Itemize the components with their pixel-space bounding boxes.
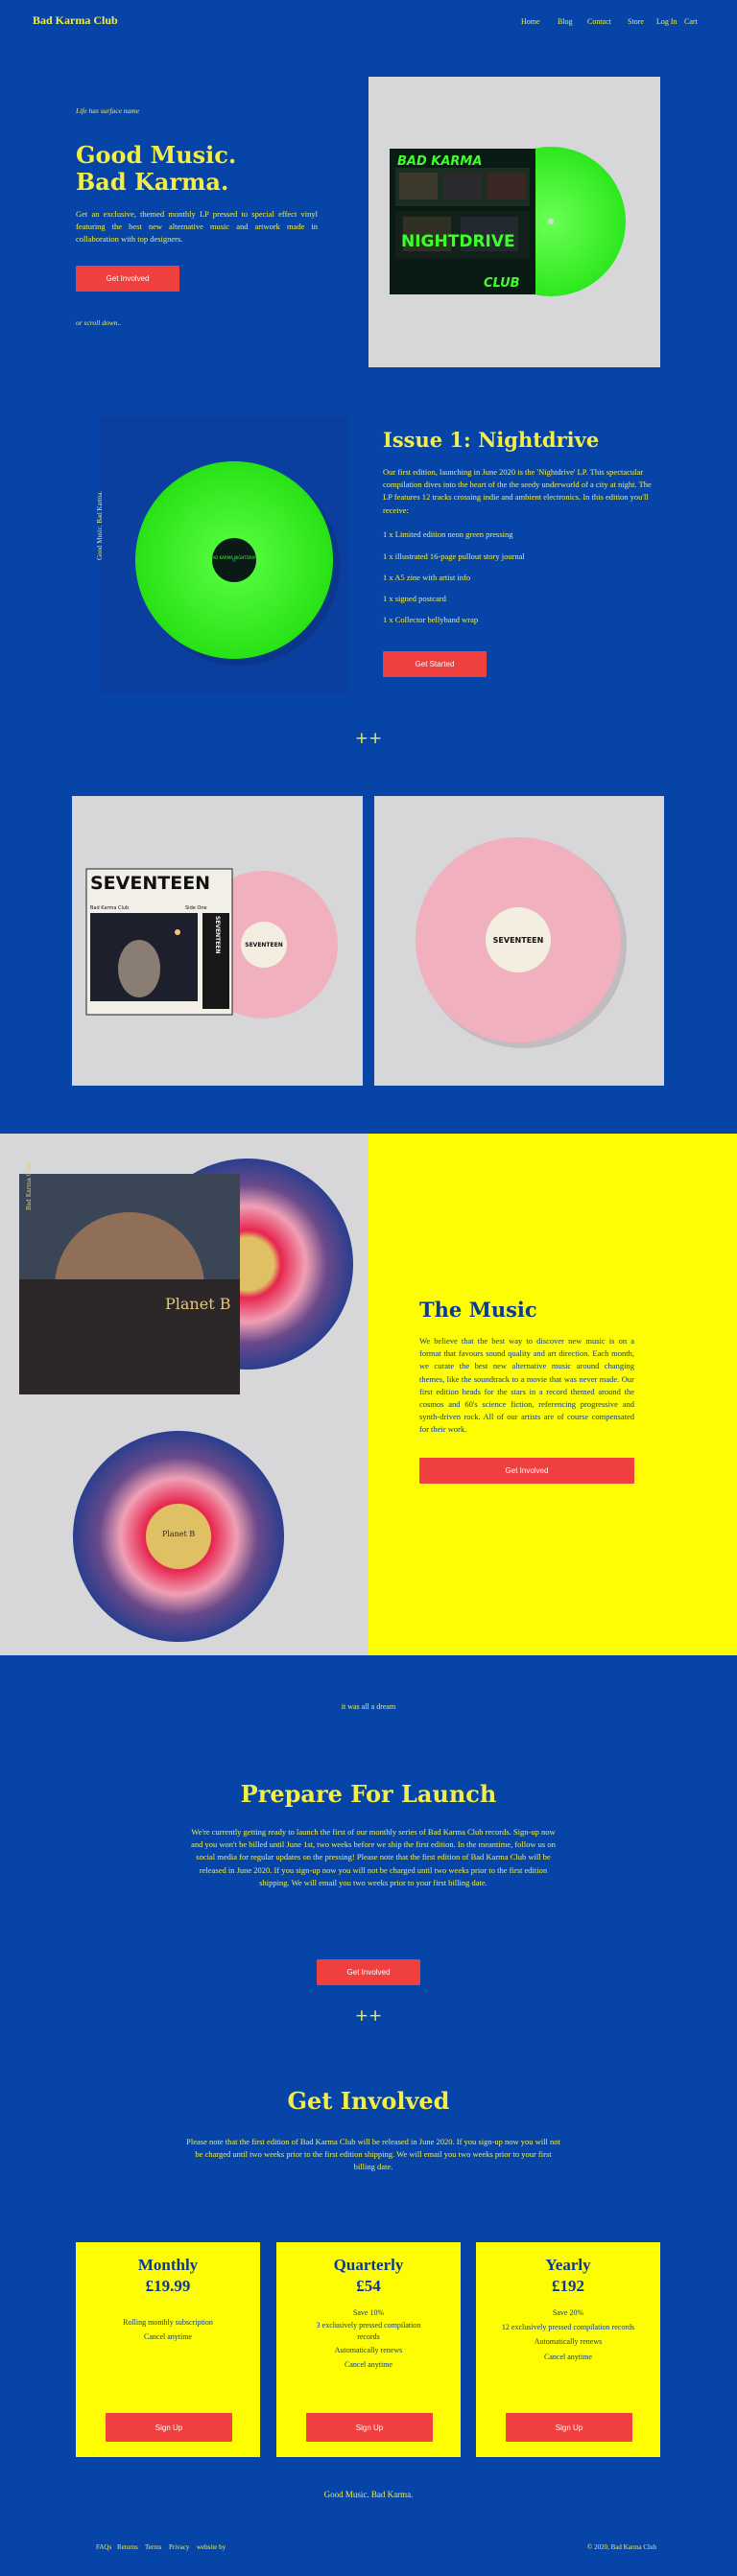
nav-home[interactable]: Home bbox=[521, 17, 540, 26]
issue-image-panel: Good Music. Bad Karma. BAD KARMA NIGHTDR… bbox=[96, 416, 349, 694]
plan-feature: Cancel anytime bbox=[144, 2332, 192, 2342]
nav-cart[interactable]: Cart bbox=[684, 17, 698, 26]
plan-card-yearly: Yearly £192 Save 20% 12 exclusively pres… bbox=[476, 2242, 660, 2457]
planet-b-image: Planet B Bad Karma Club Planet B bbox=[19, 1159, 353, 1642]
plan-price: £19.99 bbox=[145, 2277, 191, 2295]
footer-copyright: © 2020, Bad Karma Club bbox=[587, 2543, 657, 2551]
svg-text:Side One: Side One bbox=[185, 905, 207, 911]
issue-title: Issue 1: Nightdrive bbox=[383, 428, 600, 452]
section-divider: ++ bbox=[354, 729, 383, 748]
svg-text:SEVENTEEN: SEVENTEEN bbox=[493, 936, 544, 945]
main-nav: Home Blog Contact Store Log In Cart bbox=[518, 17, 710, 29]
involved-title: Get Involved bbox=[287, 2087, 450, 2115]
album-title-top: BAD KARMA bbox=[397, 154, 482, 169]
hero-image-panel: BAD KARMA NIGHTDRIVE CLUB bbox=[368, 77, 660, 367]
issue-item: 1 x A5 zine with artist info bbox=[383, 573, 471, 582]
launch-title: Prepare For Launch bbox=[240, 1780, 497, 1808]
plan-card-quarterly: Quarterly £54 Save 10% 3 exclusively pre… bbox=[276, 2242, 461, 2457]
svg-text:Bad Karma Club: Bad Karma Club bbox=[26, 1162, 33, 1210]
nav-contact[interactable]: Contact bbox=[587, 17, 611, 26]
seventeen-cover-panel: SEVENTEEN SEVENTEEN Bad Karma Club Side … bbox=[72, 796, 363, 1086]
scroll-hint[interactable]: or scroll down.. bbox=[76, 318, 121, 327]
plan-feature: 3 exclusively pressed compilation record… bbox=[316, 2321, 421, 2342]
section-divider-2: ++ bbox=[354, 2006, 383, 2026]
music-title: The Music bbox=[419, 1298, 537, 1322]
plan-feature: Cancel anytime bbox=[345, 2360, 392, 2370]
music-body: We believe that the best way to discover… bbox=[419, 1336, 634, 1435]
nav-blog[interactable]: Blog bbox=[558, 17, 573, 26]
plan-price: £54 bbox=[356, 2277, 381, 2295]
launch-body: We're currently getting ready to launch … bbox=[191, 1827, 556, 1887]
seventeen-cover-title: SEVENTEEN bbox=[90, 873, 210, 894]
dream-text: it was all a dream bbox=[341, 1702, 396, 1711]
footer-link-terms[interactable]: Terms bbox=[145, 2543, 161, 2551]
plan-name: Yearly bbox=[545, 2256, 591, 2274]
svg-text:Planet B: Planet B bbox=[162, 1530, 195, 1538]
plan-feature: Rolling monthly subscription bbox=[123, 2318, 213, 2327]
hero-eyebrow: Life has surface name bbox=[76, 106, 140, 115]
plan-signup-button-quarterly[interactable]: Sign Up bbox=[306, 2413, 433, 2442]
brand-logo[interactable]: Bad Karma Club bbox=[33, 13, 118, 28]
plan-price: £192 bbox=[552, 2277, 584, 2295]
svg-text:SEVENTEEN: SEVENTEEN bbox=[245, 942, 283, 948]
seventeen-spine: SEVENTEEN bbox=[214, 916, 221, 954]
seventeen-record-panel: SEVENTEEN bbox=[374, 796, 664, 1086]
launch-get-involved-button[interactable]: Get Involved bbox=[317, 1959, 420, 1985]
issue-intro: Our first edition, launching in June 202… bbox=[383, 467, 652, 515]
issue-item: 1 x Limited edition neon green pressing bbox=[383, 529, 513, 539]
album-title-bottom: CLUB bbox=[484, 276, 520, 291]
plan-feature: Automatically renews bbox=[534, 2337, 603, 2347]
music-image-panel: Planet B Bad Karma Club Planet B bbox=[0, 1134, 368, 1655]
hero-description: Get an exclusive, themed monthly LP pres… bbox=[76, 209, 318, 245]
plan-name: Monthly bbox=[137, 2256, 199, 2274]
footer-link-privacy[interactable]: Privacy bbox=[169, 2543, 189, 2551]
plan-feature: Save 10% bbox=[352, 2308, 385, 2317]
svg-text:Bad Karma Club: Bad Karma Club bbox=[90, 905, 129, 911]
involved-body: Please note that the first edition of Ba… bbox=[186, 2137, 560, 2172]
plan-signup-button-yearly[interactable]: Sign Up bbox=[506, 2413, 632, 2442]
plan-feature: Cancel anytime bbox=[544, 2352, 592, 2361]
nav-store[interactable]: Store bbox=[628, 17, 644, 26]
issue-item: 1 x illustrated 16-page pullout story jo… bbox=[383, 551, 525, 561]
music-get-involved-button[interactable]: Get Involved bbox=[419, 1458, 634, 1484]
footer-link-faqs[interactable]: FAQs bbox=[96, 2543, 111, 2551]
plan-feature: 12 exclusively pressed compilation recor… bbox=[501, 2323, 635, 2332]
planet-b-cover-title: Planet B bbox=[165, 1295, 230, 1313]
nightdrive-lp-image: BAD KARMA NIGHTDRIVE CLUB bbox=[390, 147, 626, 296]
nightdrive-record-image: BAD KARMA NIGHTDRIVE bbox=[135, 461, 340, 666]
hero-title: Good Music. Bad Karma. bbox=[76, 141, 237, 196]
hero-get-involved-button[interactable]: Get Involved bbox=[76, 266, 179, 292]
plan-name: Quarterly bbox=[333, 2256, 404, 2274]
plan-card-monthly: Monthly £19.99 Rolling monthly subscript… bbox=[76, 2242, 260, 2457]
plan-feature: Save 20% bbox=[552, 2308, 584, 2317]
album-title-mid: NIGHTDRIVE bbox=[401, 232, 515, 251]
footer-tagline: Good Music. Bad Karma. bbox=[323, 2490, 414, 2499]
seventeen-record-image: SEVENTEEN bbox=[416, 837, 627, 1048]
seventeen-lp-image: SEVENTEEN SEVENTEEN Bad Karma Club Side … bbox=[85, 868, 338, 1019]
nav-login[interactable]: Log In bbox=[656, 17, 678, 26]
footer-link-website-by[interactable]: website by bbox=[197, 2543, 226, 2551]
issue-get-started-button[interactable]: Get Started bbox=[383, 651, 487, 677]
plan-signup-button-monthly[interactable]: Sign Up bbox=[106, 2413, 232, 2442]
issue-item: 1 x Collector bellyband wrap bbox=[383, 615, 479, 624]
footer-link-returns[interactable]: Returns bbox=[117, 2543, 138, 2551]
plan-feature: Automatically renews bbox=[334, 2346, 403, 2355]
issue-item: 1 x signed postcard bbox=[383, 594, 446, 603]
record-label-text: BAD KARMA NIGHTDRIVE bbox=[210, 555, 259, 560]
